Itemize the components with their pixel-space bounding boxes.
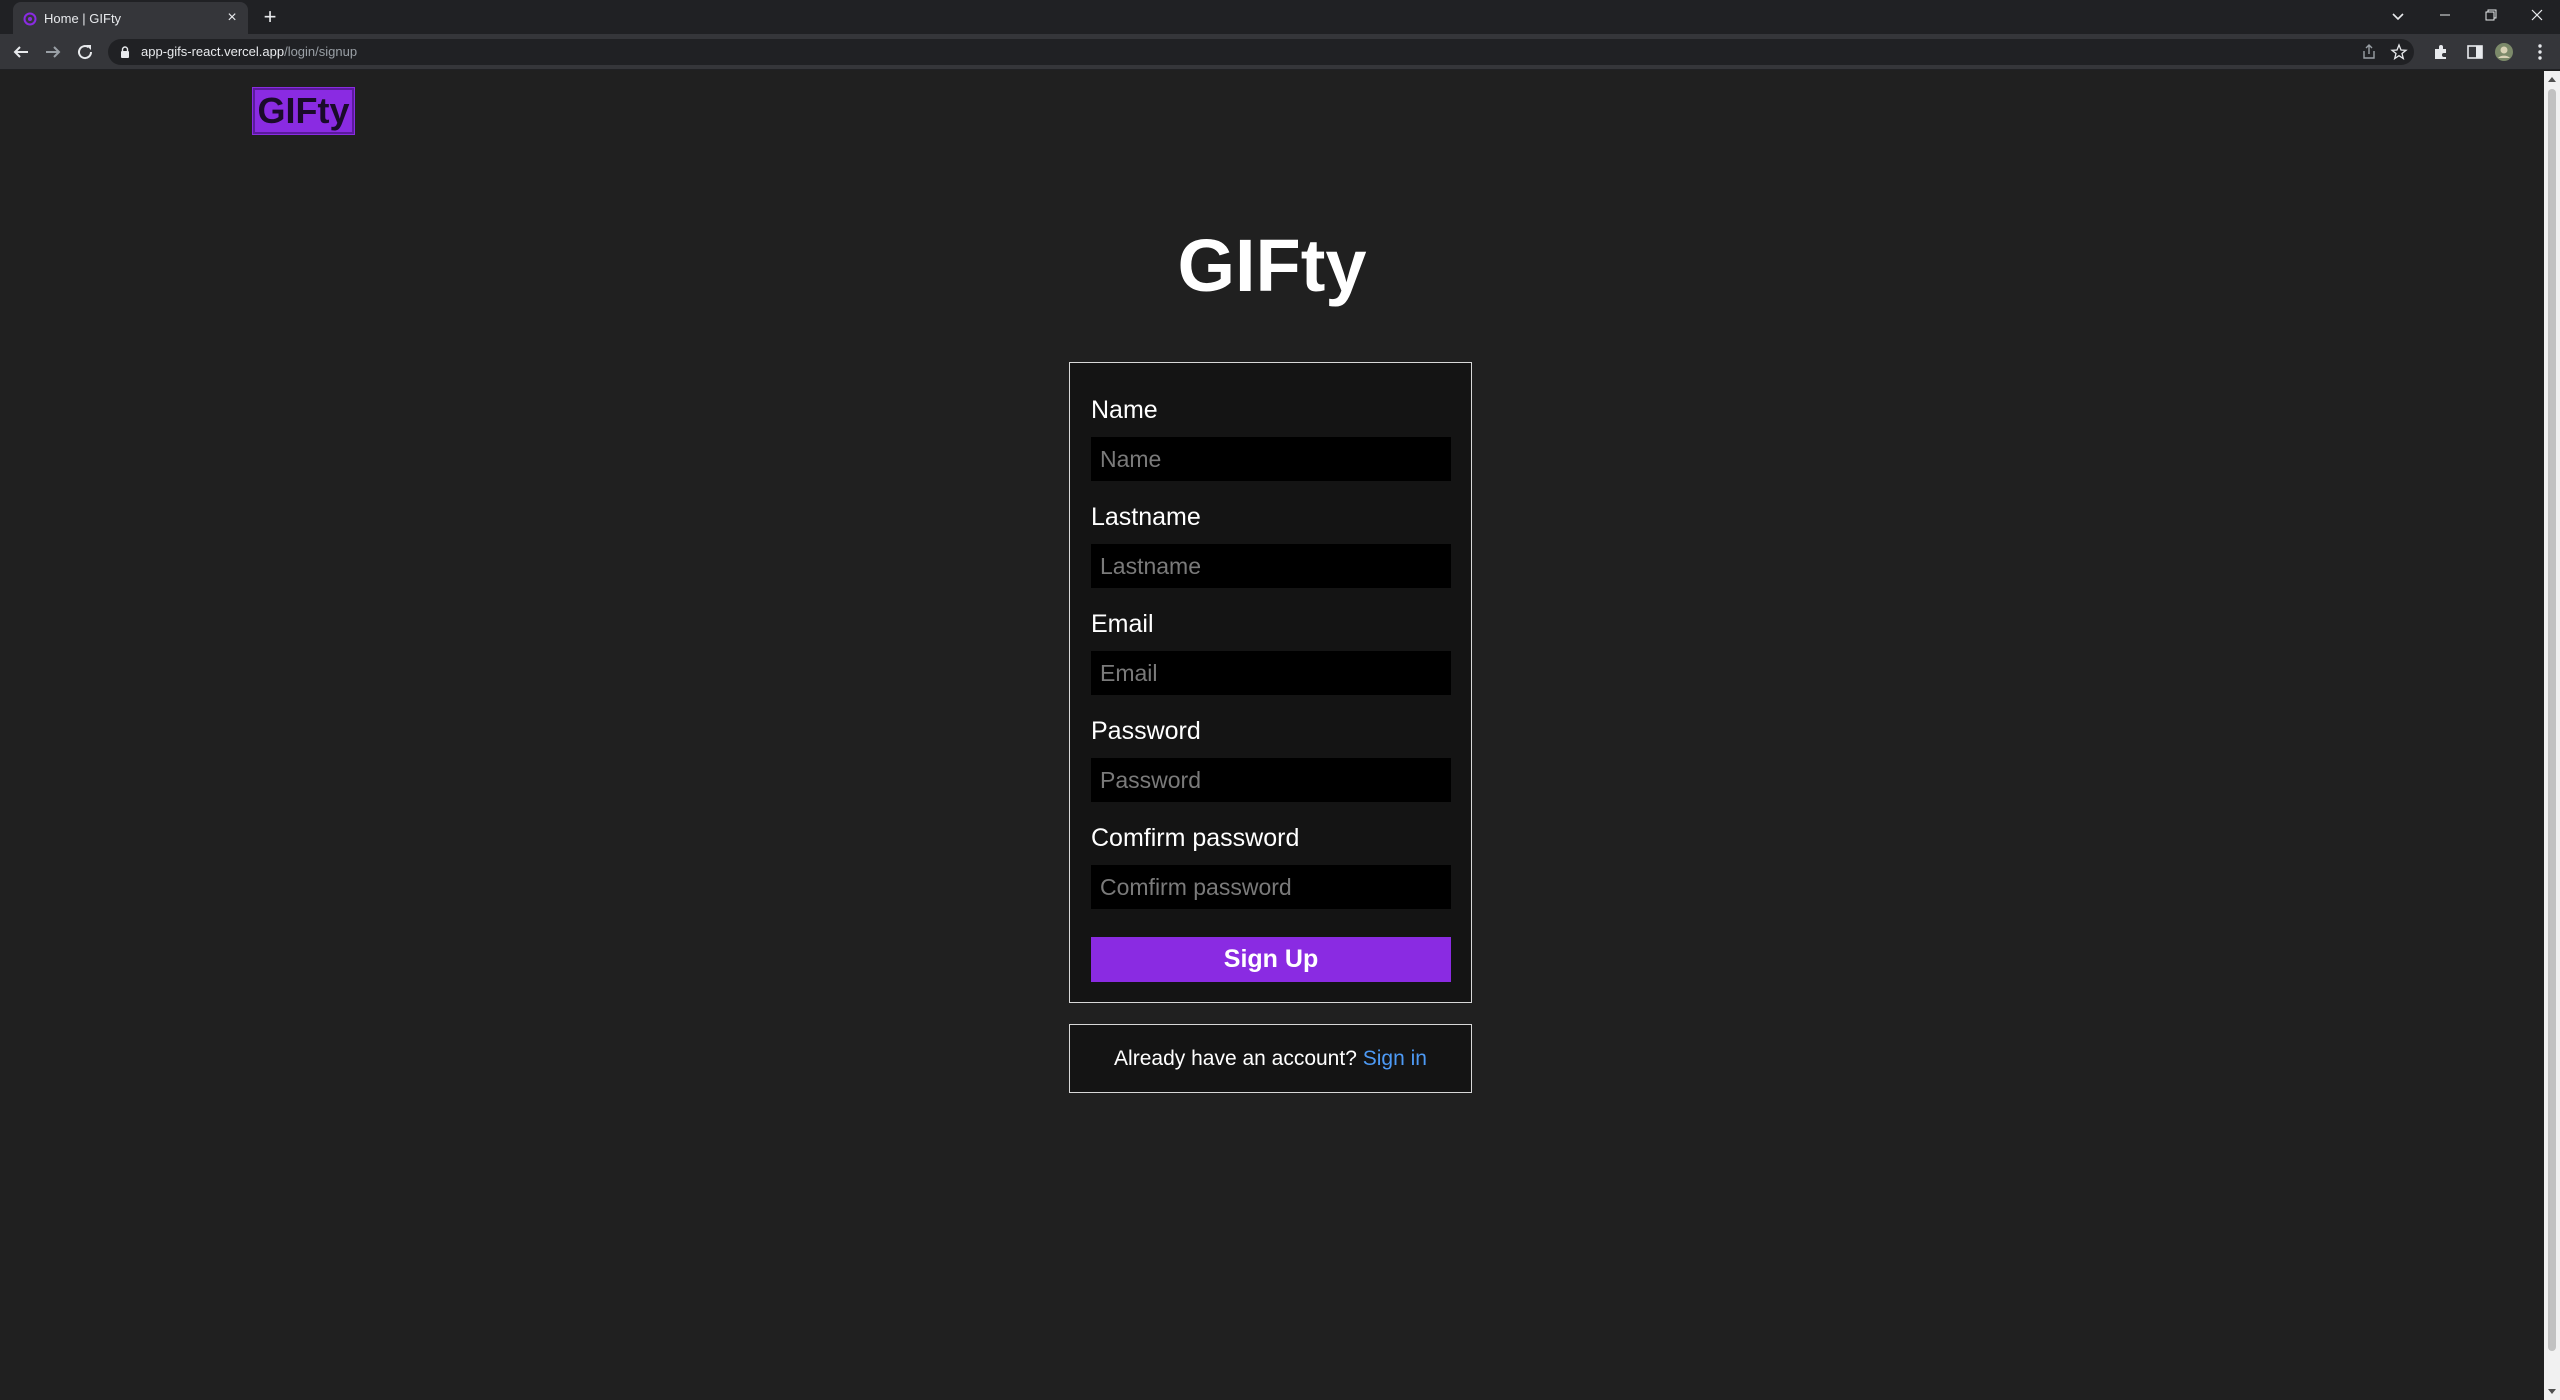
back-arrow-icon[interactable] [9,40,33,64]
scroll-down-arrow-icon[interactable] [2548,1389,2556,1394]
scrollbar-thumb[interactable] [2548,89,2556,1351]
sign-up-button[interactable]: Sign Up [1091,937,1451,982]
url-path: /login/signup [284,44,358,59]
share-icon[interactable] [2360,43,2378,61]
header-logo[interactable]: GIFty [252,87,355,135]
scroll-up-arrow-icon[interactable] [2548,77,2556,82]
tab-search-chevron-icon[interactable] [2386,4,2410,28]
lastname-label: Lastname [1091,503,1201,531]
restore-icon[interactable] [2468,0,2514,30]
minimize-icon[interactable] [2422,0,2468,30]
browser-tab-bar: Home | GIFty × + [0,0,2560,34]
kebab-menu-icon[interactable] [2530,42,2550,62]
page-scrollbar[interactable] [2544,71,2560,1400]
side-panel-icon[interactable] [2465,42,2485,62]
page-viewport: GIFty GIFty Name Lastname Email Password… [0,71,2544,1400]
tab-title: Home | GIFty [44,11,122,26]
password-label: Password [1091,717,1201,745]
browser-toolbar: app-gifs-react.vercel.app/login/signup [0,34,2560,70]
tab-close-icon[interactable]: × [222,8,242,28]
gifty-favicon-icon [23,12,37,26]
email-input[interactable] [1091,651,1451,695]
email-label: Email [1091,610,1154,638]
lock-icon [121,46,129,58]
password-input[interactable] [1091,758,1451,802]
extensions-puzzle-icon[interactable] [2431,42,2451,62]
signin-prompt-card: Already have an account? Sign in [1069,1024,1472,1093]
close-window-icon[interactable] [2514,0,2560,30]
new-tab-button[interactable]: + [258,5,282,29]
reload-icon[interactable] [73,40,97,64]
confirm-password-input[interactable] [1091,865,1451,909]
profile-avatar-icon[interactable] [2494,42,2514,62]
sign-in-link[interactable]: Sign in [1363,1047,1427,1070]
confirm-password-label: Comfirm password [1091,824,1300,852]
name-label: Name [1091,396,1158,424]
bookmark-star-icon[interactable] [2390,43,2408,61]
lastname-input[interactable] [1091,544,1451,588]
url-host: app-gifs-react.vercel.app [141,44,285,59]
forward-arrow-icon[interactable] [41,40,65,64]
page-title: GIFty [1177,224,1367,307]
signin-prompt-text: Already have an account? [1114,1047,1357,1070]
address-bar[interactable]: app-gifs-react.vercel.app/login/signup [108,39,2414,65]
signup-form: Name Lastname Email Password Comfirm pas… [1069,362,1472,1003]
name-input[interactable] [1091,437,1451,481]
url-text: app-gifs-react.vercel.app/login/signup [141,44,357,59]
browser-tab[interactable]: Home | GIFty × [13,2,248,34]
